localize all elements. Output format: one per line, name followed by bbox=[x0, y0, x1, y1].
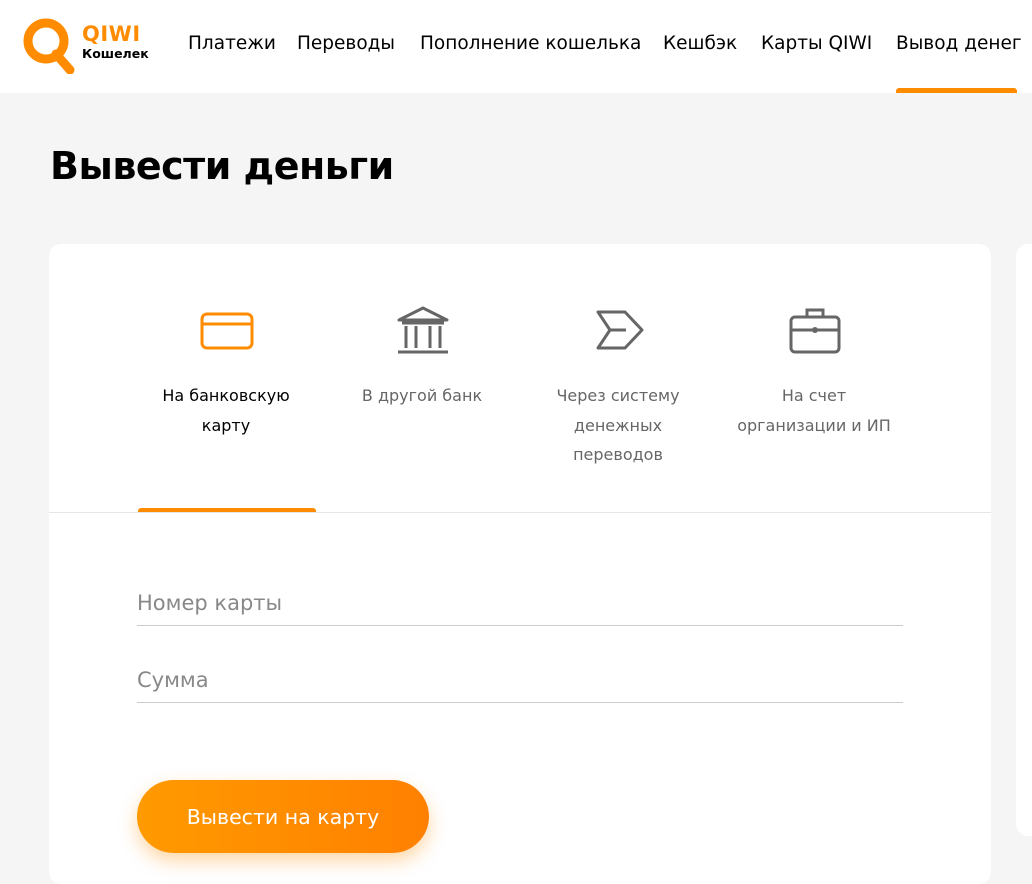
credit-card-icon bbox=[200, 312, 254, 350]
tabs-divider bbox=[49, 512, 991, 513]
amount-input[interactable] bbox=[137, 658, 903, 703]
tab-label: Через систему денежных переводов bbox=[556, 386, 680, 464]
nav-active-indicator bbox=[896, 88, 1017, 93]
briefcase-icon bbox=[789, 308, 841, 354]
tab-label: На банковскую карту bbox=[162, 386, 290, 435]
withdraw-to-card-button[interactable]: Вывести на карту bbox=[137, 780, 429, 853]
tab-label: В другой банк bbox=[361, 386, 483, 405]
withdraw-card: На банковскую карту В другой банк Через … bbox=[49, 244, 991, 884]
nav-item-qiwi-cards[interactable]: Карты QIWI bbox=[761, 31, 872, 57]
nav-item-payments[interactable]: Платежи bbox=[188, 31, 276, 57]
logo-wordmark: QIWI bbox=[82, 22, 141, 46]
page-title: Вывести деньги bbox=[50, 144, 394, 188]
tab-money-transfer-system[interactable]: Через систему денежных переводов bbox=[530, 244, 706, 512]
card-number-input[interactable] bbox=[137, 581, 903, 626]
tab-organization-account[interactable]: На счет организации и ИП bbox=[726, 244, 902, 512]
qiwi-logo[interactable]: QIWI Кошелек bbox=[22, 16, 152, 76]
tab-other-bank[interactable]: В другой банк bbox=[334, 244, 510, 512]
nav-item-wallet-topup[interactable]: Пополнение кошелька bbox=[420, 31, 641, 57]
side-panel-card bbox=[1016, 244, 1032, 836]
logo-subtitle: Кошелек bbox=[82, 46, 149, 61]
nav-item-cashback[interactable]: Кешбэк bbox=[663, 31, 737, 57]
tab-label: На счет организации и ИП bbox=[737, 386, 891, 435]
money-transfer-icon bbox=[596, 310, 644, 350]
nav-item-transfers[interactable]: Переводы bbox=[297, 31, 395, 57]
qiwi-logo-icon bbox=[23, 18, 75, 74]
tab-bank-card[interactable]: На банковскую карту bbox=[138, 244, 314, 512]
bank-building-icon bbox=[397, 306, 449, 354]
nav-item-withdraw[interactable]: Вывод денег bbox=[896, 31, 1022, 57]
top-header: QIWI Кошелек Платежи Переводы Пополнение… bbox=[0, 0, 1032, 93]
